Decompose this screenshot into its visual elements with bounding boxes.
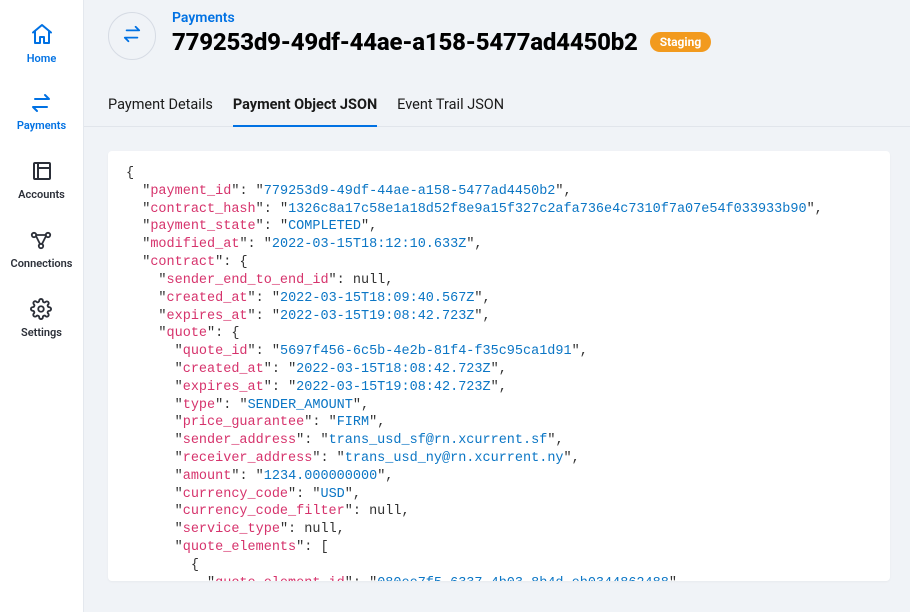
accounts-icon: [31, 160, 53, 182]
transfer-icon: [27, 93, 55, 113]
json-viewer: { "payment_id": "779253d9-49df-44ae-a158…: [126, 165, 872, 581]
nav-label: Settings: [21, 326, 62, 339]
nav-label: Payments: [17, 119, 66, 132]
page-title: 779253d9-49df-44ae-a158-5477ad4450b2: [172, 28, 638, 56]
main-content: Payments 779253d9-49df-44ae-a158-5477ad4…: [84, 0, 910, 612]
nav-settings[interactable]: Settings: [21, 298, 62, 339]
nav-connections[interactable]: Connections: [11, 229, 73, 270]
header-icon-circle: [108, 12, 156, 60]
page-header: Payments 779253d9-49df-44ae-a158-5477ad4…: [84, 10, 910, 60]
home-icon: [30, 22, 54, 46]
tab-payment-details[interactable]: Payment Details: [108, 88, 213, 127]
status-badge: Staging: [650, 32, 711, 52]
nav-home[interactable]: Home: [27, 22, 57, 65]
tab-event-trail-json[interactable]: Event Trail JSON: [397, 88, 504, 127]
tabs: Payment Details Payment Object JSON Even…: [84, 88, 910, 127]
breadcrumb[interactable]: Payments: [172, 10, 711, 26]
connections-icon: [29, 229, 53, 251]
nav-payments[interactable]: Payments: [17, 93, 66, 132]
nav-label: Connections: [11, 257, 73, 270]
json-card: { "payment_id": "779253d9-49df-44ae-a158…: [108, 151, 890, 581]
nav-accounts[interactable]: Accounts: [18, 160, 65, 201]
transfer-icon: [119, 25, 145, 47]
nav-label: Accounts: [18, 188, 65, 201]
tab-payment-object-json[interactable]: Payment Object JSON: [233, 88, 377, 127]
gear-icon: [30, 298, 52, 320]
sidebar: Home Payments Accounts Connections Setti…: [0, 0, 84, 612]
nav-label: Home: [27, 52, 57, 65]
